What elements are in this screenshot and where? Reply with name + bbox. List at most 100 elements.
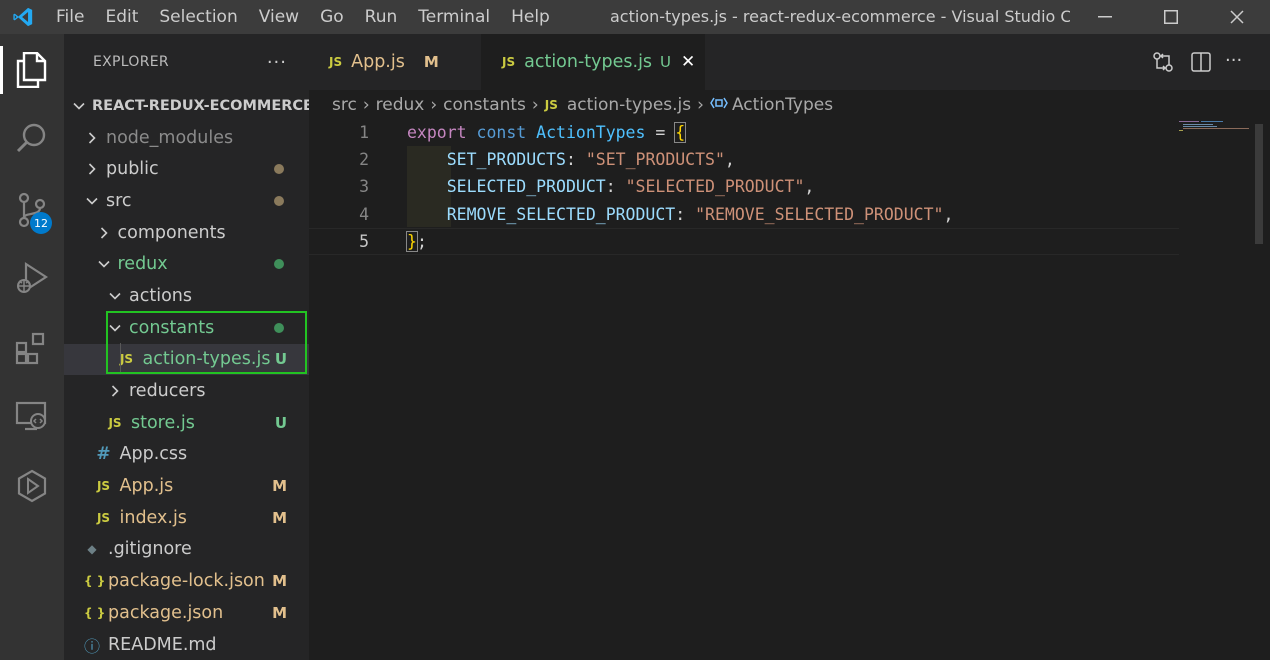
tree-item-label: action-types.js	[142, 349, 271, 370]
menu-item-view[interactable]: View	[248, 0, 309, 34]
symbol-variable-icon	[710, 95, 728, 115]
tree-item-label: public	[106, 159, 159, 180]
tree-file[interactable]: JS store.js U	[64, 407, 309, 439]
git-file-icon: ◆	[87, 542, 97, 557]
tree-root-folder[interactable]: REACT-REDUX-ECOMMERCE	[64, 90, 309, 122]
breadcrumb-item-constants[interactable]: constants	[443, 95, 526, 115]
chevron-right-icon	[84, 161, 100, 177]
status-dot	[274, 195, 284, 206]
tree-file[interactable]: JS App.js M	[64, 470, 309, 502]
split-editor-icon[interactable]	[1191, 52, 1211, 76]
menu-item-run[interactable]: Run	[354, 0, 408, 34]
info-file-icon: ⓘ	[84, 636, 101, 656]
code-token: SET_PRODUCTS	[446, 150, 566, 170]
code-line: 3 SELECTED_PRODUCT: "SELECTED_PRODUCT",	[309, 173, 1179, 200]
code-token: =	[645, 123, 676, 142]
tree-file[interactable]: # App.css	[64, 439, 309, 471]
git-status-badge: M	[272, 477, 287, 496]
close-icon[interactable]	[1214, 0, 1260, 34]
code-line: 4 REMOVE_SELECTED_PRODUCT: "REMOVE_SELEC…	[309, 201, 1179, 228]
tree-file[interactable]: ◆ .gitignore	[64, 534, 309, 566]
chevron-down-icon	[107, 288, 123, 304]
source-control-icon[interactable]	[0, 178, 64, 242]
maximize-icon[interactable]	[1148, 0, 1194, 34]
tree-folder[interactable]: constants	[64, 312, 309, 344]
js-file-icon: JS	[108, 415, 122, 430]
menu-item-go[interactable]: Go	[309, 0, 354, 34]
tree-file[interactable]: JS action-types.js U	[64, 343, 309, 376]
breadcrumb-item-symbol[interactable]: ActionTypes	[732, 95, 833, 115]
tree-folder[interactable]: node_modules	[64, 122, 309, 154]
breadcrumb-item-src[interactable]: src	[332, 95, 357, 115]
explorer-icon[interactable]	[0, 38, 64, 102]
editor-tabs: JS App.js M JS action-types.js U ✕ ···	[309, 34, 1270, 90]
tree-folder[interactable]: actions	[64, 280, 309, 312]
breadcrumb-item-file[interactable]: action-types.js	[567, 95, 691, 115]
tree-file[interactable]: { } package.json M	[64, 597, 309, 629]
more-actions-icon[interactable]: ···	[267, 52, 287, 73]
explorer-header: EXPLORER ···	[64, 34, 309, 90]
tree-folder[interactable]: reducers	[64, 375, 309, 407]
tree-item-label: App.js	[119, 476, 174, 497]
git-status-badge: M	[272, 508, 287, 527]
tree-file[interactable]: ⓘ README.md	[64, 629, 309, 660]
vertical-scrollbar[interactable]	[1255, 124, 1263, 244]
run-debug-icon[interactable]	[0, 246, 64, 310]
menu-bar: File Edit Selection View Go Run Terminal Help	[46, 0, 560, 34]
code-token: export	[407, 123, 467, 142]
tree-file[interactable]: JS index.js M	[64, 502, 309, 534]
code-editor[interactable]: 1 export const ActionTypes = {2 SET_PRODU…	[309, 118, 1270, 660]
git-status-badge: U	[274, 350, 287, 369]
tab-action-types-js[interactable]: JS action-types.js U ✕	[481, 34, 705, 90]
minimap[interactable]	[1177, 118, 1257, 138]
code-text: SELECTED_PRODUCT: "SELECTED_PRODUCT",	[407, 177, 815, 197]
remote-explorer-icon[interactable]	[0, 384, 64, 448]
title-bar: File Edit Selection View Go Run Terminal Help a…	[0, 0, 1270, 34]
menu-item-terminal[interactable]: Terminal	[407, 0, 500, 34]
chevron-down-icon	[84, 193, 100, 209]
menu-item-file[interactable]: File	[46, 0, 94, 34]
line-number: 3	[359, 177, 369, 197]
tree-item-label: constants	[129, 317, 215, 338]
code-token: SELECTED_PRODUCT	[446, 177, 606, 197]
chevron-right-icon	[96, 225, 112, 241]
activity-bar: 12	[0, 34, 64, 660]
menu-item-help[interactable]: Help	[500, 0, 560, 34]
code-token: {	[674, 122, 687, 143]
js-file-icon: JS	[502, 55, 516, 69]
tree-folder[interactable]: src	[64, 185, 309, 217]
code-token: ;	[416, 231, 427, 251]
code-line: 1 export const ActionTypes = {	[309, 119, 1179, 146]
menu-item-edit[interactable]: Edit	[94, 0, 148, 34]
menu-item-selection[interactable]: Selection	[148, 0, 247, 34]
code-text: REMOVE_SELECTED_PRODUCT: "REMOVE_SELECTE…	[407, 204, 954, 224]
git-status-badge: U	[274, 413, 287, 432]
more-actions-icon[interactable]: ···	[1225, 50, 1242, 71]
tree-folder[interactable]: public	[64, 153, 309, 185]
tree-file[interactable]: { } package-lock.json M	[64, 565, 309, 597]
tab-close-icon[interactable]: ✕	[681, 52, 695, 72]
minimize-icon[interactable]	[1082, 0, 1128, 34]
live-share-icon[interactable]	[0, 454, 64, 518]
tab-app-js[interactable]: JS App.js M	[309, 34, 481, 90]
status-dot	[274, 322, 284, 333]
search-icon[interactable]	[0, 106, 64, 170]
chevron-right-icon: ›	[430, 95, 438, 115]
code-text: SET_PRODUCTS: "SET_PRODUCTS",	[407, 150, 735, 169]
tree-folder[interactable]: redux	[64, 248, 309, 280]
line-number: 4	[359, 204, 369, 224]
chevron-down-icon	[107, 320, 123, 336]
tree-folder[interactable]: components	[64, 217, 309, 249]
window-title: action-types.js - react-redux-ecommerce …	[610, 7, 1070, 26]
tree-root-label: REACT-REDUX-ECOMMERCE	[92, 97, 309, 114]
code-token: :	[675, 204, 696, 224]
tree-item-label: package-lock.json	[108, 571, 265, 592]
breadcrumb-item-redux[interactable]: redux	[376, 95, 425, 115]
compare-changes-icon[interactable]	[1152, 51, 1174, 77]
extensions-icon[interactable]	[0, 316, 64, 380]
tab-status: M	[423, 53, 439, 71]
